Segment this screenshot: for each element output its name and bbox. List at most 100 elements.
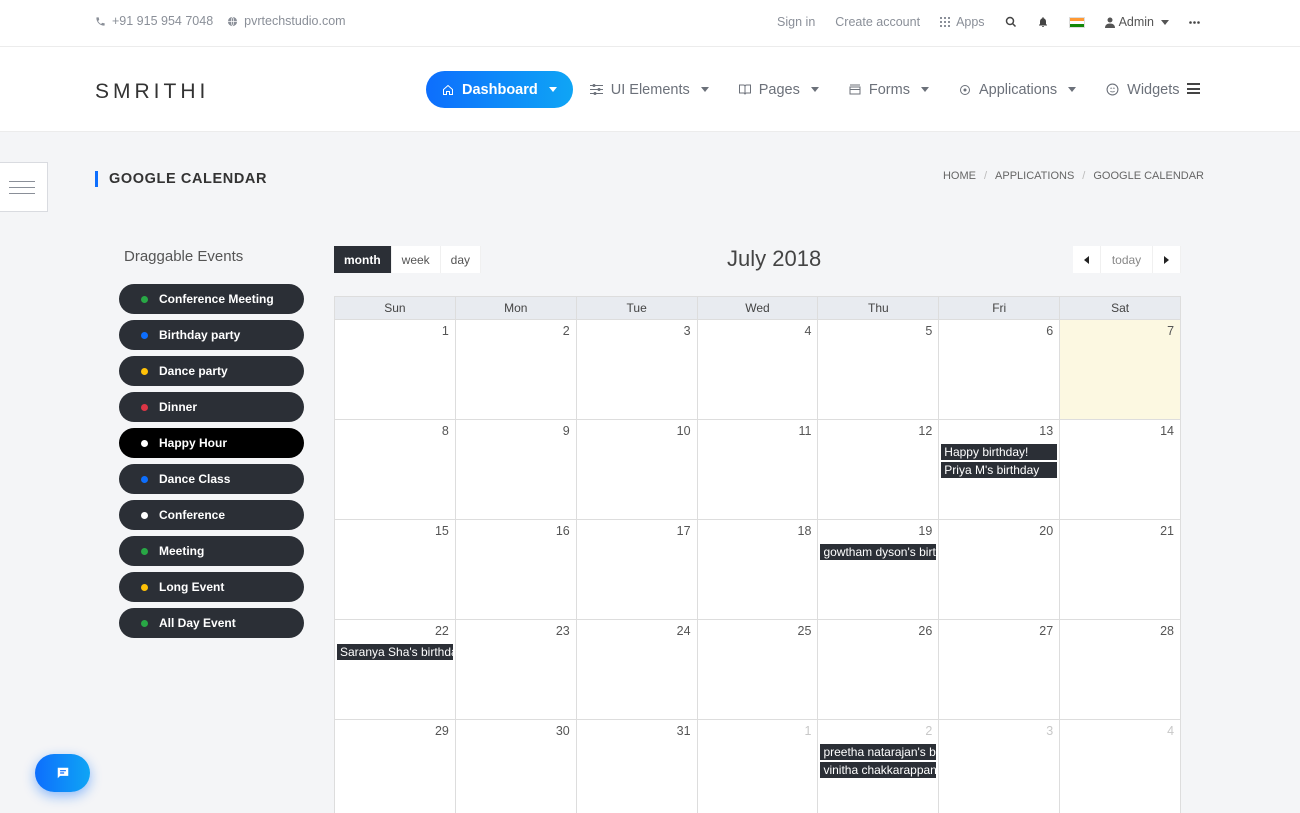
draggable-event[interactable]: Meeting (119, 536, 304, 566)
calendar-day[interactable]: 8 (335, 420, 456, 519)
draggable-event[interactable]: Conference Meeting (119, 284, 304, 314)
calendar-day[interactable]: 3 (576, 320, 698, 419)
day-number[interactable]: 1 (804, 724, 811, 738)
nav-pages[interactable]: Pages (724, 71, 834, 108)
search-icon[interactable] (1005, 16, 1017, 28)
draggable-event[interactable]: Conference (119, 500, 304, 530)
breadcrumb-home[interactable]: HOME (943, 170, 976, 182)
day-number[interactable]: 23 (556, 624, 570, 638)
day-number[interactable]: 11 (798, 424, 811, 438)
calendar-day[interactable]: 11 (697, 420, 819, 519)
draggable-event[interactable]: All Day Event (119, 608, 304, 638)
calendar-day[interactable]: 1 (697, 720, 819, 813)
nav-applications[interactable]: Applications (944, 71, 1091, 108)
calendar-day[interactable]: 13 Happy birthday! Priya M's birthday (939, 420, 1061, 519)
draggable-event[interactable]: Long Event (119, 572, 304, 602)
calendar-day[interactable]: 25 (697, 620, 819, 719)
sign-in-link[interactable]: Sign in (777, 15, 815, 29)
day-number[interactable]: 2 (925, 724, 932, 738)
day-number[interactable]: 15 (435, 524, 449, 538)
calendar-day[interactable]: 17 (576, 520, 698, 619)
day-number[interactable]: 30 (556, 724, 570, 738)
calendar-event[interactable]: gowtham dyson's birthday (820, 544, 937, 560)
day-number[interactable]: 28 (1160, 624, 1174, 638)
day-number[interactable]: 17 (677, 524, 691, 538)
admin-menu[interactable]: Admin (1104, 15, 1169, 29)
calendar-day[interactable]: 9 (455, 420, 577, 519)
day-number[interactable]: 3 (684, 324, 691, 338)
day-number[interactable]: 21 (1160, 524, 1174, 538)
calendar-day[interactable]: 1 (335, 320, 456, 419)
calendar-day[interactable]: 10 (576, 420, 698, 519)
calendar-day[interactable]: 27 (939, 620, 1061, 719)
calendar-day[interactable]: 23 (455, 620, 577, 719)
calendar-day[interactable]: 15 (335, 520, 456, 619)
week-view-button[interactable]: week (391, 246, 441, 273)
draggable-event[interactable]: Birthday party (119, 320, 304, 350)
day-number[interactable]: 22 (435, 624, 449, 638)
day-number[interactable]: 10 (677, 424, 691, 438)
calendar-event[interactable]: Saranya Sha's birthday (337, 644, 453, 660)
calendar-day[interactable]: 31 (576, 720, 698, 813)
chat-button[interactable] (35, 754, 90, 792)
next-month-button[interactable] (1153, 246, 1181, 273)
calendar-day[interactable]: 21 (1060, 520, 1182, 619)
day-number[interactable]: 29 (435, 724, 449, 738)
nav-dashboard[interactable]: Dashboard (426, 71, 573, 108)
day-number[interactable]: 7 (1167, 324, 1174, 338)
logo[interactable]: SMRITHI (95, 80, 209, 104)
calendar-day[interactable]: 29 (335, 720, 456, 813)
calendar-day[interactable]: 2 preetha natarajan's birthday vinitha cha… (818, 720, 940, 813)
website-link[interactable]: pvrtechstudio.com (244, 14, 345, 28)
calendar-day[interactable]: 14 (1060, 420, 1182, 519)
day-number[interactable]: 4 (1167, 724, 1174, 738)
calendar-day[interactable]: 5 (818, 320, 940, 419)
calendar-day[interactable]: 6 (939, 320, 1061, 419)
day-number[interactable]: 16 (556, 524, 570, 538)
calendar-day[interactable]: 16 (455, 520, 577, 619)
prev-month-button[interactable] (1073, 246, 1101, 273)
month-view-button[interactable]: month (334, 246, 392, 273)
calendar-event[interactable]: preetha natarajan's birthday (820, 744, 937, 760)
nav-ui-elements[interactable]: UI Elements (575, 71, 724, 108)
calendar-day[interactable]: 20 (939, 520, 1061, 619)
calendar-day[interactable]: 30 (455, 720, 577, 813)
day-number[interactable]: 9 (563, 424, 570, 438)
day-number[interactable]: 14 (1160, 424, 1174, 438)
day-view-button[interactable]: day (440, 246, 482, 273)
calendar-event[interactable]: Happy birthday! (941, 444, 1058, 460)
menu-icon[interactable] (1187, 83, 1200, 94)
day-number[interactable]: 31 (677, 724, 691, 738)
calendar-day[interactable]: 19 gowtham dyson's birthday (818, 520, 940, 619)
day-number[interactable]: 2 (563, 324, 570, 338)
day-number[interactable]: 18 (798, 524, 812, 538)
india-flag-icon[interactable] (1068, 16, 1085, 28)
day-number[interactable]: 4 (804, 324, 811, 338)
day-number[interactable]: 8 (442, 424, 449, 438)
calendar-day[interactable]: 26 (818, 620, 940, 719)
day-number[interactable]: 6 (1046, 324, 1053, 338)
draggable-event[interactable]: Dance party (119, 356, 304, 386)
calendar-day[interactable]: 2 (455, 320, 577, 419)
day-number[interactable]: 24 (677, 624, 691, 638)
day-number[interactable]: 13 (1039, 424, 1053, 438)
calendar-day[interactable]: 4 (697, 320, 819, 419)
calendar-day[interactable]: 18 (697, 520, 819, 619)
draggable-event[interactable]: Dinner (119, 392, 304, 422)
breadcrumb-applications[interactable]: APPLICATIONS (995, 170, 1074, 182)
calendar-event[interactable]: vinitha chakkarappan (820, 762, 937, 778)
day-number[interactable]: 19 (918, 524, 932, 538)
nav-forms[interactable]: Forms (834, 71, 944, 108)
day-number[interactable]: 12 (918, 424, 932, 438)
calendar-day[interactable]: 12 (818, 420, 940, 519)
calendar-day[interactable]: 4 (1060, 720, 1182, 813)
bell-icon[interactable] (1037, 16, 1049, 28)
calendar-day[interactable]: 22 Saranya Sha's birthday (335, 620, 456, 719)
apps-menu[interactable]: Apps (940, 15, 985, 29)
day-number[interactable]: 1 (442, 324, 449, 338)
calendar-event[interactable]: Priya M's birthday (941, 462, 1058, 478)
draggable-event[interactable]: Dance Class (119, 464, 304, 494)
day-number[interactable]: 26 (918, 624, 932, 638)
calendar-day[interactable]: 3 (939, 720, 1061, 813)
today-button[interactable]: today (1101, 246, 1153, 273)
